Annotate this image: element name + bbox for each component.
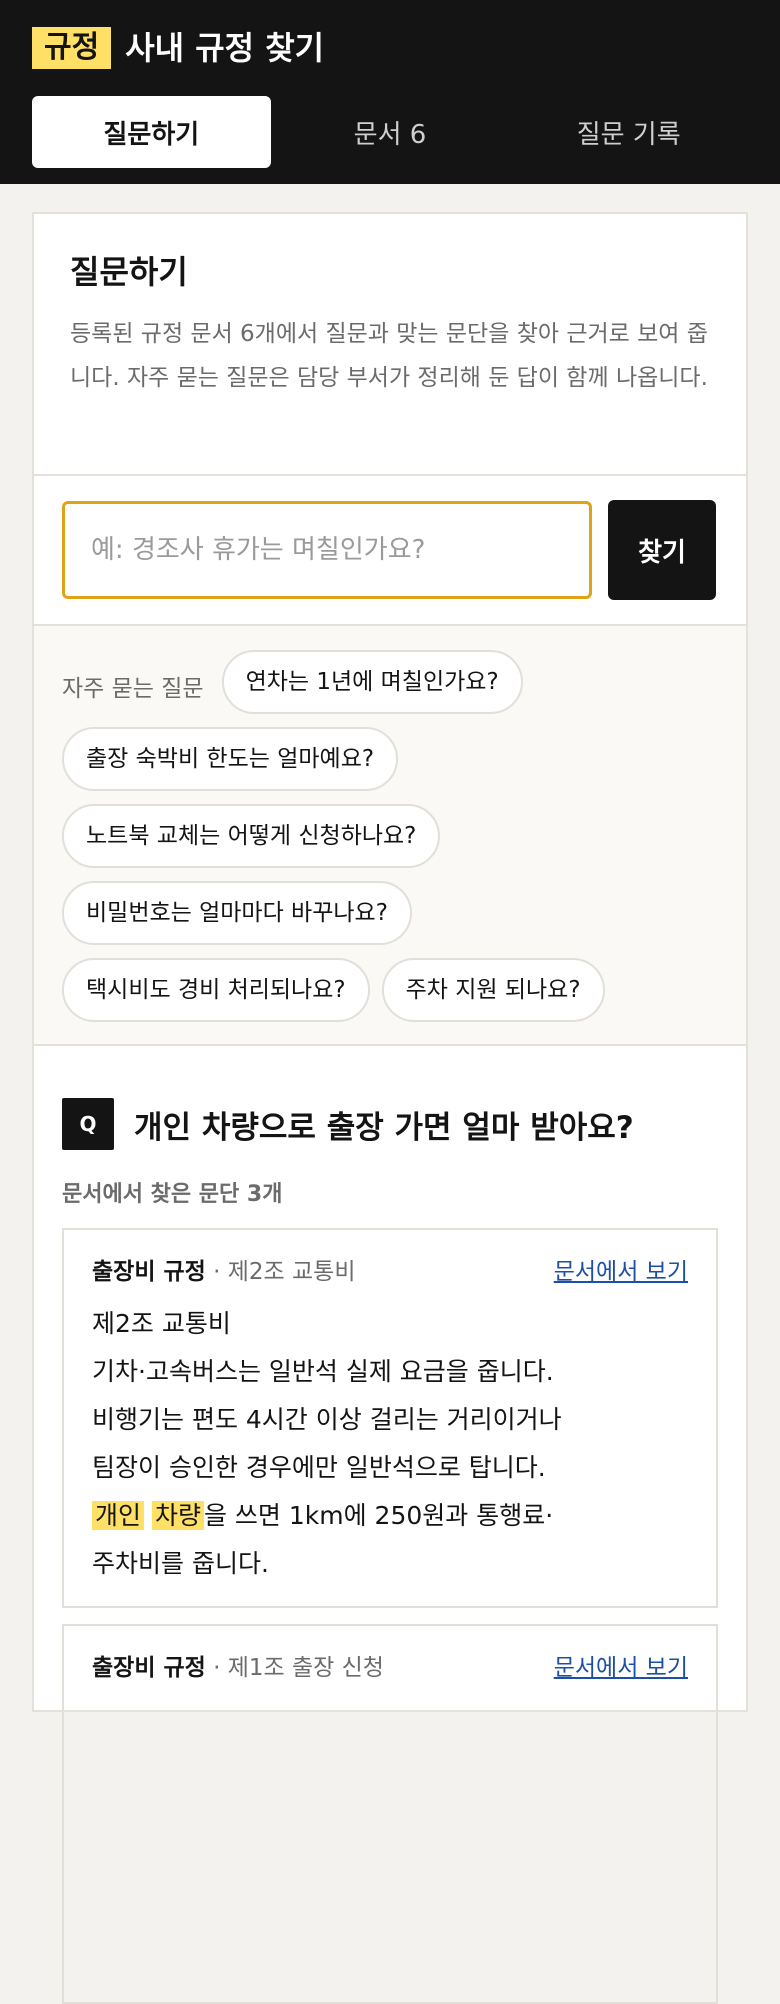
faq-chip[interactable]: 연차는 1년에 며칠인가요? — [221, 650, 523, 714]
answer-section: Q 개인 차량으로 출장 가면 얼마 받아요? 문서에서 찾은 문단 3개 출장… — [34, 1046, 746, 2004]
passage-line-rest: 을 쓰면 1km에 250원과 통행료· — [203, 1501, 554, 1530]
passage-section: · 제1조 출장 신청 — [205, 1655, 384, 1681]
search-button[interactable]: 찾기 — [608, 500, 716, 600]
view-in-document-link[interactable]: 문서에서 보기 — [554, 1252, 688, 1286]
faq-chip[interactable]: 비밀번호는 얼마마다 바꾸나요? — [62, 881, 412, 945]
question-text: 개인 차량으로 출장 가면 얼마 받아요? — [134, 1109, 634, 1146]
question-row: Q 개인 차량으로 출장 가면 얼마 받아요? — [62, 1098, 718, 1150]
question-input[interactable] — [62, 501, 592, 599]
app-title: 사내 규정 찾기 — [125, 29, 325, 67]
passage-source: 출장비 규정 · 제2조 교통비 — [92, 1252, 356, 1286]
tab-ask[interactable]: 질문하기 — [32, 96, 271, 168]
faq-chip[interactable]: 택시비도 경비 처리되나요? — [62, 958, 370, 1022]
passage-line: 팀장이 승인한 경우에만 일반석으로 탑니다. — [92, 1453, 546, 1482]
main-card: 질문하기 등록된 규정 문서 6개에서 질문과 맞는 문단을 찾아 근거로 보여… — [32, 212, 748, 2004]
results-count: 문서에서 찾은 문단 3개 — [62, 1182, 283, 1207]
brand: 규정 사내 규정 찾기 — [32, 26, 748, 70]
tab-history[interactable]: 질문 기록 — [509, 96, 748, 168]
question-badge: Q — [62, 1098, 114, 1150]
passage-line: 비행기는 편도 4시간 이상 걸리는 거리이거나 — [92, 1405, 562, 1434]
passage-doc-name: 출장비 규정 — [92, 1259, 206, 1285]
keyword-highlight: 개인 — [92, 1501, 145, 1530]
brand-badge: 규정 — [32, 27, 112, 69]
faq-chip[interactable]: 주차 지원 되나요? — [381, 958, 605, 1022]
passage-card: 출장비 규정 · 제1조 출장 신청 문서에서 보기 — [62, 1624, 718, 2004]
section-title: 질문하기 — [70, 253, 188, 291]
passage-source: 출장비 규정 · 제1조 출장 신청 — [92, 1648, 384, 1682]
app-header: 규정 사내 규정 찾기 질문하기 문서 6 질문 기록 — [0, 0, 780, 184]
passage-header: 출장비 규정 · 제1조 출장 신청 문서에서 보기 — [92, 1648, 688, 1682]
tab-documents[interactable]: 문서 6 — [271, 96, 510, 168]
passage-section: · 제2조 교통비 — [205, 1259, 356, 1285]
passage-line: 주차비를 줍니다. — [92, 1549, 269, 1578]
passage-text: 제2조 교통비 기차·고속버스는 일반석 실제 요금을 줍니다. 비행기는 편도… — [92, 1300, 688, 1588]
passage-header: 출장비 규정 · 제2조 교통비 문서에서 보기 — [92, 1252, 688, 1286]
view-in-document-link[interactable]: 문서에서 보기 — [554, 1648, 688, 1682]
passage-line: 개인 차량 을 쓰면 1km에 250원과 통행료· — [92, 1492, 688, 1540]
faq-section: 자주 묻는 질문 연차는 1년에 며칠인가요? 출장 숙박비 한도는 얼마예요?… — [34, 626, 746, 1046]
faq-label: 자주 묻는 질문 — [62, 675, 204, 702]
search-bar: 찾기 — [34, 476, 746, 626]
passage-line: 기차·고속버스는 일반석 실제 요금을 줍니다. — [92, 1357, 554, 1386]
passage-line: 제2조 교통비 — [92, 1309, 231, 1338]
faq-chip[interactable]: 출장 숙박비 한도는 얼마예요? — [62, 727, 399, 791]
keyword-highlight: 차량 — [151, 1501, 204, 1530]
faq-chip[interactable]: 노트북 교체는 어떻게 신청하나요? — [62, 804, 441, 868]
section-description: 등록된 규정 문서 6개에서 질문과 맞는 문단을 찾아 근거로 보여 줍니다.… — [70, 321, 708, 391]
tab-bar: 질문하기 문서 6 질문 기록 — [32, 96, 748, 168]
intro-section: 질문하기 등록된 규정 문서 6개에서 질문과 맞는 문단을 찾아 근거로 보여… — [34, 214, 746, 476]
passage-card: 출장비 규정 · 제2조 교통비 문서에서 보기 제2조 교통비 기차·고속버스… — [62, 1228, 718, 1608]
passage-doc-name: 출장비 규정 — [92, 1655, 206, 1681]
